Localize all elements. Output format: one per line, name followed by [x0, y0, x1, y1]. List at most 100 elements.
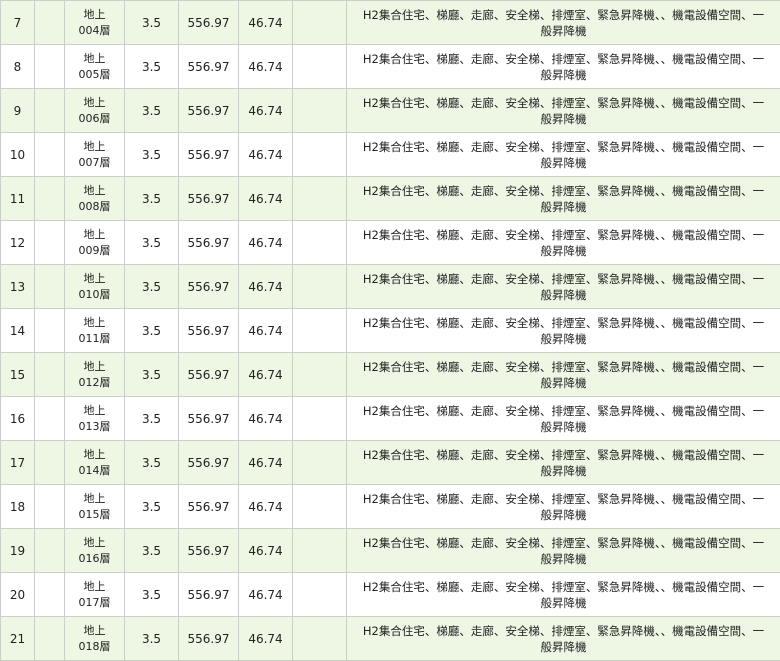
- table-body: 7 地上 004層 3.5 556.97 46.74 H2集合住宅、梯廳、走廊、…: [1, 1, 780, 661]
- row-number-cell: 7: [1, 1, 35, 45]
- table-row: 7 地上 004層 3.5 556.97 46.74 H2集合住宅、梯廳、走廊、…: [1, 1, 780, 45]
- row-number: 14: [10, 324, 25, 338]
- floor-area-cell: 556.97: [179, 177, 239, 221]
- usage-text-line2: 般昇降機: [351, 507, 776, 523]
- floor-height: 3.5: [142, 544, 161, 558]
- usage-cell: H2集合住宅、梯廳、走廊、安全梯、排煙室、緊急昇降機、、機電設備空間、一 般昇降…: [347, 309, 780, 353]
- usage-text-line2: 般昇降機: [351, 243, 776, 259]
- secondary-area: 46.74: [248, 456, 282, 470]
- floor-level-label: 地上: [65, 7, 124, 23]
- row-number: 15: [10, 368, 25, 382]
- table-row: 17 地上 014層 3.5 556.97 46.74 H2集合住宅、梯廳、走廊…: [1, 441, 780, 485]
- usage-text-line2: 般昇降機: [351, 551, 776, 567]
- floor-height-cell: 3.5: [125, 309, 179, 353]
- empty-cell: [293, 573, 347, 617]
- empty-cell: [35, 529, 65, 573]
- floor-area-cell: 556.97: [179, 265, 239, 309]
- usage-text-line2: 般昇降機: [351, 639, 776, 655]
- floor-height-cell: 3.5: [125, 177, 179, 221]
- row-number-cell: 10: [1, 133, 35, 177]
- table-row: 16 地上 013層 3.5 556.97 46.74 H2集合住宅、梯廳、走廊…: [1, 397, 780, 441]
- usage-cell: H2集合住宅、梯廳、走廊、安全梯、排煙室、緊急昇降機、、機電設備空間、一 般昇降…: [347, 1, 780, 45]
- usage-cell: H2集合住宅、梯廳、走廊、安全梯、排煙室、緊急昇降機、、機電設備空間、一 般昇降…: [347, 441, 780, 485]
- secondary-area-cell: 46.74: [239, 309, 293, 353]
- floor-area: 556.97: [188, 324, 230, 338]
- empty-cell: [35, 133, 65, 177]
- secondary-area-cell: 46.74: [239, 177, 293, 221]
- floor-area: 556.97: [188, 412, 230, 426]
- floor-level-label: 地上: [65, 227, 124, 243]
- secondary-area: 46.74: [248, 104, 282, 118]
- table-row: 9 地上 006層 3.5 556.97 46.74 H2集合住宅、梯廳、走廊、…: [1, 89, 780, 133]
- floor-area: 556.97: [188, 104, 230, 118]
- usage-text-line2: 般昇降機: [351, 375, 776, 391]
- floor-area-cell: 556.97: [179, 353, 239, 397]
- floor-height: 3.5: [142, 368, 161, 382]
- row-number-cell: 13: [1, 265, 35, 309]
- usage-text-line2: 般昇降機: [351, 67, 776, 83]
- secondary-area-cell: 46.74: [239, 133, 293, 177]
- secondary-area: 46.74: [248, 324, 282, 338]
- floor-height-cell: 3.5: [125, 353, 179, 397]
- floor-level-label: 地上: [65, 403, 124, 419]
- row-number-cell: 12: [1, 221, 35, 265]
- floor-level-label: 地上: [65, 579, 124, 595]
- floor-cell: 地上 005層: [65, 45, 125, 89]
- empty-cell: [35, 1, 65, 45]
- secondary-area: 46.74: [248, 632, 282, 646]
- usage-cell: H2集合住宅、梯廳、走廊、安全梯、排煙室、緊急昇降機、、機電設備空間、一 般昇降…: [347, 133, 780, 177]
- floor-level-label: 地上: [65, 51, 124, 67]
- secondary-area: 46.74: [248, 368, 282, 382]
- floor-height: 3.5: [142, 280, 161, 294]
- usage-text-line1: H2集合住宅、梯廳、走廊、安全梯、排煙室、緊急昇降機、、機電設備空間、一: [351, 139, 776, 155]
- usage-text-line1: H2集合住宅、梯廳、走廊、安全梯、排煙室、緊急昇降機、、機電設備空間、一: [351, 579, 776, 595]
- table-row: 12 地上 009層 3.5 556.97 46.74 H2集合住宅、梯廳、走廊…: [1, 221, 780, 265]
- usage-text-line1: H2集合住宅、梯廳、走廊、安全梯、排煙室、緊急昇降機、、機電設備空間、一: [351, 491, 776, 507]
- secondary-area-cell: 46.74: [239, 485, 293, 529]
- floor-level-label: 地上: [65, 447, 124, 463]
- floor-height: 3.5: [142, 16, 161, 30]
- empty-cell: [35, 309, 65, 353]
- empty-cell: [293, 89, 347, 133]
- usage-text-line1: H2集合住宅、梯廳、走廊、安全梯、排煙室、緊急昇降機、、機電設備空間、一: [351, 51, 776, 67]
- floor-cell: 地上 016層: [65, 529, 125, 573]
- table-row: 14 地上 011層 3.5 556.97 46.74 H2集合住宅、梯廳、走廊…: [1, 309, 780, 353]
- usage-text-line1: H2集合住宅、梯廳、走廊、安全梯、排煙室、緊急昇降機、、機電設備空間、一: [351, 95, 776, 111]
- row-number-cell: 11: [1, 177, 35, 221]
- floor-height: 3.5: [142, 456, 161, 470]
- usage-cell: H2集合住宅、梯廳、走廊、安全梯、排煙室、緊急昇降機、、機電設備空間、一 般昇降…: [347, 397, 780, 441]
- secondary-area: 46.74: [248, 16, 282, 30]
- floor-area-cell: 556.97: [179, 573, 239, 617]
- floor-cell: 地上 013層: [65, 397, 125, 441]
- row-number-cell: 17: [1, 441, 35, 485]
- floor-level-label: 地上: [65, 271, 124, 287]
- row-number: 10: [10, 148, 25, 162]
- row-number: 20: [10, 588, 25, 602]
- usage-cell: H2集合住宅、梯廳、走廊、安全梯、排煙室、緊急昇降機、、機電設備空間、一 般昇降…: [347, 485, 780, 529]
- floor-area-cell: 556.97: [179, 309, 239, 353]
- floor-height-cell: 3.5: [125, 1, 179, 45]
- usage-text-line2: 般昇降機: [351, 463, 776, 479]
- floor-height-cell: 3.5: [125, 221, 179, 265]
- empty-cell: [293, 45, 347, 89]
- secondary-area-cell: 46.74: [239, 265, 293, 309]
- floor-cell: 地上 017層: [65, 573, 125, 617]
- empty-cell: [35, 265, 65, 309]
- row-number: 9: [14, 104, 22, 118]
- floor-height: 3.5: [142, 192, 161, 206]
- floor-number-label: 007層: [65, 155, 124, 171]
- secondary-area-cell: 46.74: [239, 573, 293, 617]
- floor-usage-table: 7 地上 004層 3.5 556.97 46.74 H2集合住宅、梯廳、走廊、…: [0, 0, 780, 661]
- floor-level-label: 地上: [65, 183, 124, 199]
- empty-cell: [293, 529, 347, 573]
- floor-height: 3.5: [142, 104, 161, 118]
- empty-cell: [293, 309, 347, 353]
- floor-cell: 地上 014層: [65, 441, 125, 485]
- floor-level-label: 地上: [65, 623, 124, 639]
- floor-height: 3.5: [142, 60, 161, 74]
- floor-area: 556.97: [188, 148, 230, 162]
- secondary-area: 46.74: [248, 500, 282, 514]
- floor-area: 556.97: [188, 500, 230, 514]
- secondary-area: 46.74: [248, 148, 282, 162]
- empty-cell: [293, 177, 347, 221]
